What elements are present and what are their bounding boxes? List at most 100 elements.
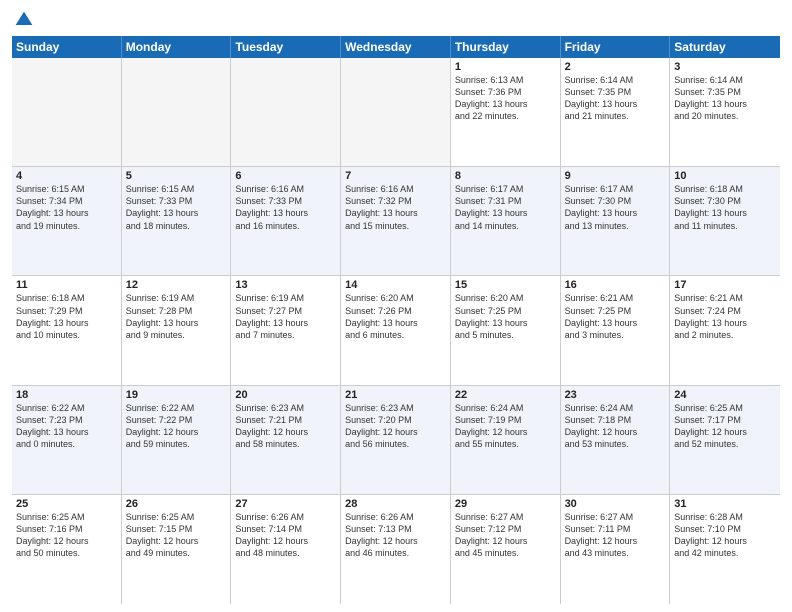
day-number: 7	[345, 170, 446, 182]
day-number: 31	[674, 498, 776, 510]
day-number: 22	[455, 389, 556, 401]
cal-cell: 27Sunrise: 6:26 AM Sunset: 7:14 PM Dayli…	[231, 495, 341, 604]
cal-cell: 6Sunrise: 6:16 AM Sunset: 7:33 PM Daylig…	[231, 167, 341, 275]
day-info: Sunrise: 6:14 AM Sunset: 7:35 PM Dayligh…	[674, 74, 776, 123]
cal-cell: 22Sunrise: 6:24 AM Sunset: 7:19 PM Dayli…	[451, 386, 561, 494]
day-number: 11	[16, 279, 117, 291]
cal-cell: 12Sunrise: 6:19 AM Sunset: 7:28 PM Dayli…	[122, 276, 232, 384]
day-info: Sunrise: 6:21 AM Sunset: 7:24 PM Dayligh…	[674, 292, 776, 341]
cal-cell: 3Sunrise: 6:14 AM Sunset: 7:35 PM Daylig…	[670, 58, 780, 166]
day-number: 6	[235, 170, 336, 182]
calendar-row-3: 18Sunrise: 6:22 AM Sunset: 7:23 PM Dayli…	[12, 386, 780, 495]
day-number: 25	[16, 498, 117, 510]
day-info: Sunrise: 6:18 AM Sunset: 7:29 PM Dayligh…	[16, 292, 117, 341]
day-number: 9	[565, 170, 666, 182]
cal-cell: 19Sunrise: 6:22 AM Sunset: 7:22 PM Dayli…	[122, 386, 232, 494]
cal-cell: 29Sunrise: 6:27 AM Sunset: 7:12 PM Dayli…	[451, 495, 561, 604]
day-info: Sunrise: 6:19 AM Sunset: 7:28 PM Dayligh…	[126, 292, 227, 341]
calendar-row-4: 25Sunrise: 6:25 AM Sunset: 7:16 PM Dayli…	[12, 495, 780, 604]
day-info: Sunrise: 6:25 AM Sunset: 7:16 PM Dayligh…	[16, 511, 117, 560]
cal-cell	[341, 58, 451, 166]
calendar-body: 1Sunrise: 6:13 AM Sunset: 7:36 PM Daylig…	[12, 58, 780, 604]
cal-cell: 11Sunrise: 6:18 AM Sunset: 7:29 PM Dayli…	[12, 276, 122, 384]
calendar-row-0: 1Sunrise: 6:13 AM Sunset: 7:36 PM Daylig…	[12, 58, 780, 167]
header-day-thursday: Thursday	[451, 36, 561, 58]
cal-cell: 18Sunrise: 6:22 AM Sunset: 7:23 PM Dayli…	[12, 386, 122, 494]
day-info: Sunrise: 6:15 AM Sunset: 7:33 PM Dayligh…	[126, 183, 227, 232]
cal-cell: 28Sunrise: 6:26 AM Sunset: 7:13 PM Dayli…	[341, 495, 451, 604]
logo	[12, 10, 34, 30]
day-info: Sunrise: 6:20 AM Sunset: 7:26 PM Dayligh…	[345, 292, 446, 341]
day-info: Sunrise: 6:16 AM Sunset: 7:33 PM Dayligh…	[235, 183, 336, 232]
day-number: 13	[235, 279, 336, 291]
day-number: 28	[345, 498, 446, 510]
day-number: 20	[235, 389, 336, 401]
day-info: Sunrise: 6:25 AM Sunset: 7:15 PM Dayligh…	[126, 511, 227, 560]
day-info: Sunrise: 6:24 AM Sunset: 7:18 PM Dayligh…	[565, 402, 666, 451]
day-number: 30	[565, 498, 666, 510]
cal-cell: 9Sunrise: 6:17 AM Sunset: 7:30 PM Daylig…	[561, 167, 671, 275]
day-number: 14	[345, 279, 446, 291]
calendar-container: SundayMondayTuesdayWednesdayThursdayFrid…	[0, 0, 792, 612]
cal-cell: 17Sunrise: 6:21 AM Sunset: 7:24 PM Dayli…	[670, 276, 780, 384]
day-info: Sunrise: 6:27 AM Sunset: 7:11 PM Dayligh…	[565, 511, 666, 560]
day-number: 24	[674, 389, 776, 401]
day-number: 5	[126, 170, 227, 182]
day-number: 17	[674, 279, 776, 291]
cal-cell: 23Sunrise: 6:24 AM Sunset: 7:18 PM Dayli…	[561, 386, 671, 494]
day-info: Sunrise: 6:27 AM Sunset: 7:12 PM Dayligh…	[455, 511, 556, 560]
day-info: Sunrise: 6:24 AM Sunset: 7:19 PM Dayligh…	[455, 402, 556, 451]
cal-cell	[122, 58, 232, 166]
day-info: Sunrise: 6:28 AM Sunset: 7:10 PM Dayligh…	[674, 511, 776, 560]
calendar: SundayMondayTuesdayWednesdayThursdayFrid…	[12, 36, 780, 604]
day-number: 10	[674, 170, 776, 182]
day-number: 21	[345, 389, 446, 401]
calendar-row-2: 11Sunrise: 6:18 AM Sunset: 7:29 PM Dayli…	[12, 276, 780, 385]
header-day-sunday: Sunday	[12, 36, 122, 58]
day-number: 23	[565, 389, 666, 401]
day-number: 16	[565, 279, 666, 291]
header-day-tuesday: Tuesday	[231, 36, 341, 58]
header-day-monday: Monday	[122, 36, 232, 58]
day-info: Sunrise: 6:23 AM Sunset: 7:21 PM Dayligh…	[235, 402, 336, 451]
calendar-header: SundayMondayTuesdayWednesdayThursdayFrid…	[12, 36, 780, 58]
cal-cell: 16Sunrise: 6:21 AM Sunset: 7:25 PM Dayli…	[561, 276, 671, 384]
cal-cell: 7Sunrise: 6:16 AM Sunset: 7:32 PM Daylig…	[341, 167, 451, 275]
day-number: 27	[235, 498, 336, 510]
day-info: Sunrise: 6:23 AM Sunset: 7:20 PM Dayligh…	[345, 402, 446, 451]
day-info: Sunrise: 6:22 AM Sunset: 7:22 PM Dayligh…	[126, 402, 227, 451]
day-info: Sunrise: 6:15 AM Sunset: 7:34 PM Dayligh…	[16, 183, 117, 232]
calendar-row-1: 4Sunrise: 6:15 AM Sunset: 7:34 PM Daylig…	[12, 167, 780, 276]
logo-icon	[14, 10, 34, 30]
day-info: Sunrise: 6:17 AM Sunset: 7:31 PM Dayligh…	[455, 183, 556, 232]
header-day-wednesday: Wednesday	[341, 36, 451, 58]
day-number: 15	[455, 279, 556, 291]
day-number: 26	[126, 498, 227, 510]
day-info: Sunrise: 6:19 AM Sunset: 7:27 PM Dayligh…	[235, 292, 336, 341]
cal-cell: 24Sunrise: 6:25 AM Sunset: 7:17 PM Dayli…	[670, 386, 780, 494]
day-info: Sunrise: 6:18 AM Sunset: 7:30 PM Dayligh…	[674, 183, 776, 232]
cal-cell: 25Sunrise: 6:25 AM Sunset: 7:16 PM Dayli…	[12, 495, 122, 604]
day-number: 18	[16, 389, 117, 401]
day-number: 29	[455, 498, 556, 510]
day-info: Sunrise: 6:17 AM Sunset: 7:30 PM Dayligh…	[565, 183, 666, 232]
cal-cell: 8Sunrise: 6:17 AM Sunset: 7:31 PM Daylig…	[451, 167, 561, 275]
day-number: 2	[565, 61, 666, 73]
day-number: 12	[126, 279, 227, 291]
day-info: Sunrise: 6:25 AM Sunset: 7:17 PM Dayligh…	[674, 402, 776, 451]
day-info: Sunrise: 6:16 AM Sunset: 7:32 PM Dayligh…	[345, 183, 446, 232]
header	[12, 10, 780, 30]
day-number: 19	[126, 389, 227, 401]
cal-cell: 20Sunrise: 6:23 AM Sunset: 7:21 PM Dayli…	[231, 386, 341, 494]
cal-cell: 31Sunrise: 6:28 AM Sunset: 7:10 PM Dayli…	[670, 495, 780, 604]
cal-cell: 13Sunrise: 6:19 AM Sunset: 7:27 PM Dayli…	[231, 276, 341, 384]
cal-cell: 4Sunrise: 6:15 AM Sunset: 7:34 PM Daylig…	[12, 167, 122, 275]
day-info: Sunrise: 6:26 AM Sunset: 7:13 PM Dayligh…	[345, 511, 446, 560]
cal-cell: 15Sunrise: 6:20 AM Sunset: 7:25 PM Dayli…	[451, 276, 561, 384]
day-number: 3	[674, 61, 776, 73]
cal-cell: 21Sunrise: 6:23 AM Sunset: 7:20 PM Dayli…	[341, 386, 451, 494]
day-info: Sunrise: 6:13 AM Sunset: 7:36 PM Dayligh…	[455, 74, 556, 123]
day-number: 4	[16, 170, 117, 182]
cal-cell: 1Sunrise: 6:13 AM Sunset: 7:36 PM Daylig…	[451, 58, 561, 166]
cal-cell	[12, 58, 122, 166]
